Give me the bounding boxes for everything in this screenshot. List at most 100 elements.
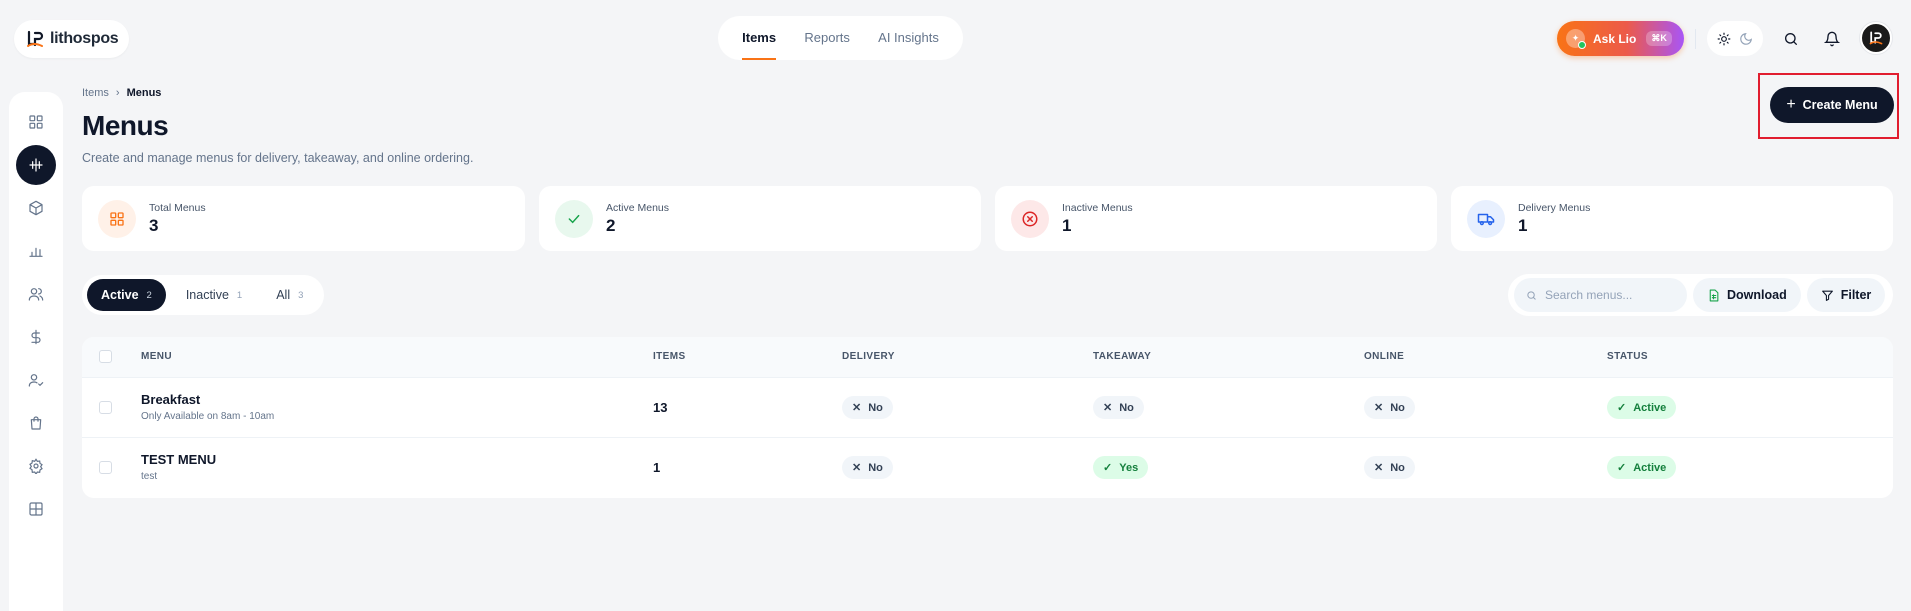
filter-label: Filter (1840, 288, 1872, 302)
sidebar-item-inventory[interactable] (16, 188, 56, 228)
badge-label: Yes (1119, 461, 1139, 474)
download-button[interactable]: Download (1693, 278, 1801, 312)
settings-icon (29, 458, 43, 474)
sidebar (9, 92, 63, 611)
tab-ai-insights[interactable]: AI Insights (878, 16, 939, 60)
bar-chart-icon (29, 247, 43, 257)
sidebar-item-dashboard[interactable] (16, 102, 56, 142)
search-input[interactable] (1545, 288, 1675, 302)
top-navigation: Items Reports AI Insights (718, 16, 963, 60)
search-icon[interactable] (1778, 26, 1804, 52)
column-header-delivery[interactable]: DELIVERY (842, 351, 895, 362)
sidebar-item-layout[interactable] (16, 489, 56, 529)
breadcrumb-current: Menus (126, 87, 162, 99)
sidebar-item-finance[interactable] (16, 317, 56, 357)
table-toolbar: Download Filter (1508, 274, 1893, 316)
online-badge: ✕ No (1364, 396, 1415, 419)
stat-value: 3 (149, 215, 159, 235)
status-badge: ✓ Active (1607, 396, 1677, 419)
x-icon: ✕ (1374, 402, 1384, 414)
status-badge: ✓ Active (1607, 456, 1677, 479)
breadcrumb-parent[interactable]: Items (82, 87, 109, 99)
badge-label: No (1390, 401, 1405, 414)
brand-logo[interactable]: lithospos (14, 20, 129, 58)
user-avatar[interactable] (1860, 22, 1892, 54)
stat-label: Active Menus (606, 201, 670, 214)
users-icon (28, 288, 44, 301)
header-divider (1695, 29, 1696, 49)
table-row[interactable]: Breakfast Only Available on 8am - 10am 1… (82, 378, 1893, 438)
menu-description: test (141, 471, 158, 482)
stat-card-total: Total Menus 3 (82, 186, 525, 251)
x-icon: ✕ (852, 402, 862, 414)
user-check-icon (28, 374, 44, 387)
stat-value: 2 (606, 215, 616, 235)
menu-items-icon (29, 158, 43, 172)
sidebar-item-customers[interactable] (16, 274, 56, 314)
filter-icon (1821, 290, 1833, 301)
download-label: Download (1727, 288, 1787, 302)
tab-items[interactable]: Items (742, 16, 776, 60)
row-checkbox[interactable] (99, 401, 112, 414)
takeaway-badge: ✕ No (1093, 396, 1144, 419)
column-header-online[interactable]: ONLINE (1364, 351, 1404, 362)
table-row[interactable]: TEST MENU test 1 ✕ No ✓ Yes ✕ No ✓ Active (82, 438, 1893, 498)
layout-icon (29, 502, 43, 516)
ask-lio-button[interactable]: ✦ Ask Lio ⌘K (1557, 21, 1684, 56)
sidebar-item-reports[interactable] (16, 231, 56, 271)
menus-table: MENU ITEMS DELIVERY TAKEAWAY ONLINE STAT… (82, 337, 1893, 498)
stat-card-inactive: Inactive Menus 1 (995, 186, 1437, 251)
filter-tab-count: 1 (236, 289, 243, 301)
shortcut-badge: ⌘K (1646, 31, 1672, 46)
sidebar-item-staff[interactable] (16, 360, 56, 400)
column-header-status[interactable]: STATUS (1607, 351, 1648, 362)
filter-tab-active[interactable]: Active 2 (87, 279, 166, 311)
filter-tab-all[interactable]: All 3 (262, 279, 317, 311)
filter-tab-inactive[interactable]: Inactive 1 (172, 279, 256, 311)
sidebar-item-settings[interactable] (16, 446, 56, 486)
menu-description: Only Available on 8am - 10am (141, 411, 275, 422)
moon-icon[interactable] (1739, 32, 1753, 46)
takeaway-badge: ✓ Yes (1093, 456, 1149, 479)
stat-value: 1 (1518, 215, 1528, 235)
search-icon (1527, 290, 1536, 300)
column-header-menu[interactable]: MENU (141, 351, 172, 362)
online-badge: ✕ No (1364, 456, 1415, 479)
x-icon: ✕ (1103, 402, 1113, 414)
x-icon: ✕ (1374, 462, 1384, 474)
stat-card-active: Active Menus 2 (539, 186, 981, 251)
breadcrumb-separator: › (115, 87, 120, 99)
create-menu-label: Create Menu (1802, 98, 1878, 112)
filter-tab-label: All (276, 288, 291, 302)
create-menu-button[interactable]: + Create Menu (1770, 87, 1894, 123)
row-checkbox[interactable] (99, 461, 112, 474)
column-header-items[interactable]: ITEMS (653, 351, 686, 362)
filter-button[interactable]: Filter (1806, 278, 1886, 312)
column-header-takeaway[interactable]: TAKEAWAY (1093, 351, 1151, 362)
delivery-badge: ✕ No (842, 396, 893, 419)
sidebar-item-menus[interactable] (16, 145, 56, 185)
delivery-badge: ✕ No (842, 456, 893, 479)
x-icon: ✕ (852, 462, 862, 474)
sun-icon[interactable] (1717, 32, 1731, 46)
bell-icon[interactable] (1819, 26, 1845, 52)
grid-icon (98, 199, 136, 238)
plus-icon: + (1786, 96, 1796, 113)
stat-label: Inactive Menus (1062, 201, 1133, 214)
tab-reports[interactable]: Reports (804, 16, 850, 60)
stat-value: 1 (1062, 215, 1072, 235)
menu-name[interactable]: Breakfast (141, 392, 200, 407)
stat-label: Total Menus (149, 201, 206, 214)
menu-name[interactable]: TEST MENU (141, 452, 216, 467)
badge-label: Active (1633, 401, 1667, 414)
filter-tab-label: Inactive (185, 288, 229, 302)
badge-label: No (1390, 461, 1405, 474)
search-box (1514, 278, 1687, 312)
theme-toggle[interactable] (1707, 21, 1763, 56)
spreadsheet-icon (1709, 289, 1719, 301)
filter-tab-count: 3 (298, 289, 304, 301)
stat-label: Delivery Menus (1518, 201, 1591, 214)
sidebar-item-orders[interactable] (16, 403, 56, 443)
select-all-checkbox[interactable] (99, 350, 112, 363)
check-icon: ✓ (1617, 462, 1627, 474)
